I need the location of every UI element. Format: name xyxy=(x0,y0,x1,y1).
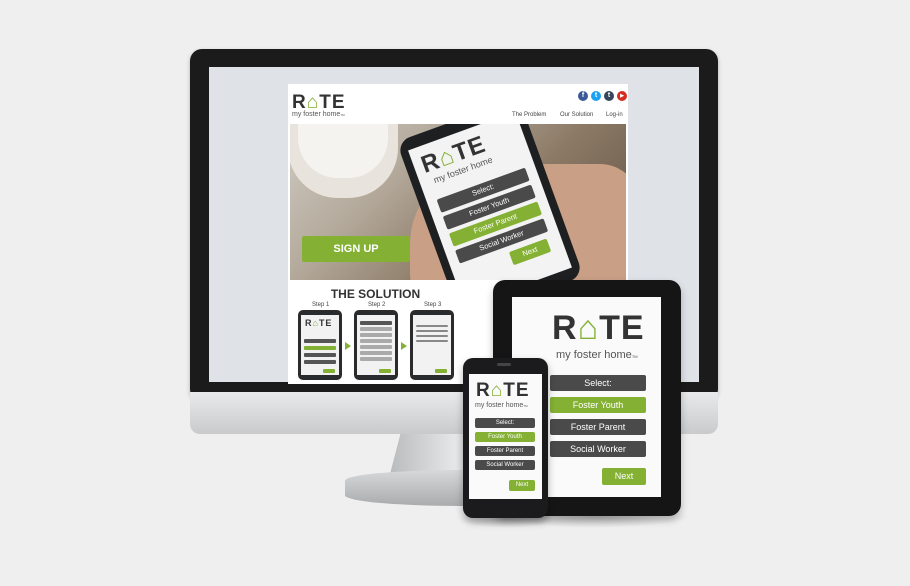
phone-screen: R⌂TE my foster homeTM Select: Foster You… xyxy=(469,374,542,499)
step-3-phone xyxy=(410,310,454,380)
facebook-icon[interactable]: f xyxy=(578,91,588,101)
house-a-icon: ⌂ xyxy=(306,92,320,113)
tablet-logo: R⌂TE xyxy=(552,309,645,347)
step-arrow-1 xyxy=(345,342,351,350)
nav-the-problem[interactable]: The Problem xyxy=(512,112,546,118)
logo-trademark: TM xyxy=(340,113,345,117)
step-1-phone: R⌂TE xyxy=(298,310,342,380)
phone-option-foster-youth[interactable]: Foster Youth xyxy=(475,432,535,442)
signup-button[interactable]: SIGN UP xyxy=(302,236,410,262)
tablet-option-social-worker[interactable]: Social Worker xyxy=(550,441,646,457)
youtube-icon[interactable]: ▶ xyxy=(617,91,627,101)
tablet-option-foster-youth[interactable]: Foster Youth xyxy=(550,397,646,413)
phone-next-button[interactable]: Next xyxy=(509,480,535,491)
tablet-option-foster-parent[interactable]: Foster Parent xyxy=(550,419,646,435)
tablet-house-icon: ⌂ xyxy=(577,309,600,347)
hero-image: R⌂TE my foster home Select: Foster Youth… xyxy=(290,124,626,280)
phone-tagline: my foster homeTM xyxy=(475,402,528,409)
logo-letters-te: TE xyxy=(319,92,346,113)
tablet-next-button[interactable]: Next xyxy=(602,468,646,485)
phone-option-foster-parent[interactable]: Foster Parent xyxy=(475,446,535,456)
step-1-label: Step 1 xyxy=(312,302,330,308)
tablet-select-label: Select: xyxy=(550,375,646,391)
step-2-phone xyxy=(354,310,398,380)
phone-select-label: Select: xyxy=(475,418,535,428)
nav-log-in[interactable]: Log-in xyxy=(606,112,623,118)
solution-title: THE SOLUTION xyxy=(330,287,421,301)
step-2-label: Step 2 xyxy=(368,302,386,308)
step-arrow-2 xyxy=(401,342,407,350)
nav-our-solution[interactable]: Our Solution xyxy=(560,112,593,118)
phone-logo: R⌂TE xyxy=(476,380,530,401)
tablet-tagline: my foster homeTM xyxy=(556,349,638,361)
logo-tagline: my foster home xyxy=(292,111,341,118)
logo-letter-r: R xyxy=(292,92,307,113)
social-icons: f t t ▶ xyxy=(578,91,627,101)
phone-house-icon: ⌂ xyxy=(490,380,504,401)
coffee-cup xyxy=(298,124,388,178)
site-logo[interactable]: R⌂TE my foster homeTM xyxy=(292,92,346,118)
twitter-icon[interactable]: t xyxy=(591,91,601,101)
phone-speaker xyxy=(497,363,511,366)
step-3-label: Step 3 xyxy=(424,302,442,308)
phone-option-social-worker[interactable]: Social Worker xyxy=(475,460,535,470)
tumblr-icon[interactable]: t xyxy=(604,91,614,101)
